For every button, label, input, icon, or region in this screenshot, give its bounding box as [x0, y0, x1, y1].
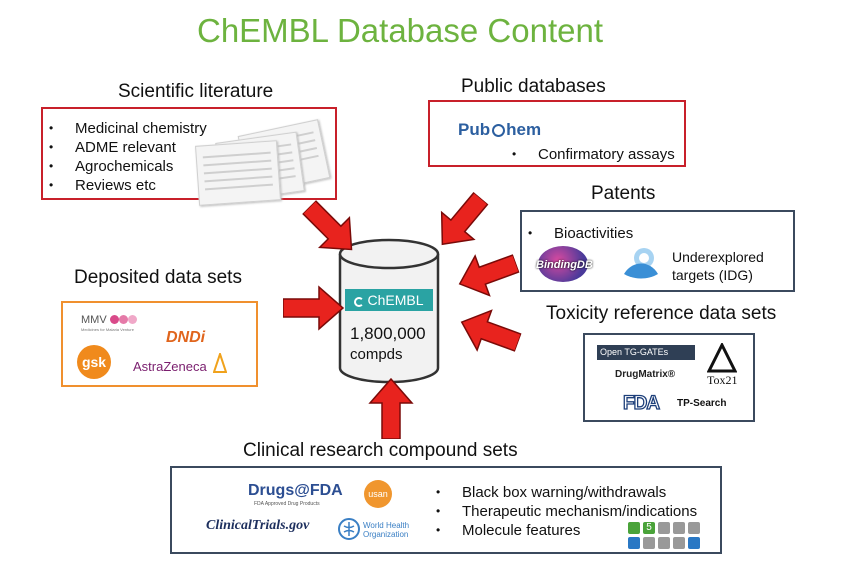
literature-box: Medicinal chemistry ADME relevant Agroch…: [41, 107, 337, 206]
deposited-box: MMV Medicines for Malaria Venture DNDi g…: [61, 301, 258, 387]
astrazeneca-mark-icon: [212, 350, 228, 373]
mmv-dot-icon: [118, 315, 128, 324]
list-item: Medicinal chemistry: [43, 119, 207, 138]
molecule-feature-icons: 5: [628, 520, 716, 552]
patents-heading: Patents: [591, 183, 656, 204]
toxicity-heading: Toxicity reference data sets: [546, 303, 777, 324]
chembl-c-icon: [354, 297, 365, 307]
who-logo: World Health Organization: [363, 521, 409, 539]
page-title: ChEMBL Database Content: [196, 12, 603, 49]
mmv-subtitle: Medicines for Malaria Venture: [81, 327, 134, 332]
public-db-heading: Public databases: [461, 76, 606, 97]
tox21-logo: Tox21: [707, 373, 738, 387]
mmv-dot-icon: [127, 315, 137, 324]
feature-icon: [688, 537, 700, 549]
who-logo-line2: Organization: [363, 530, 409, 539]
mmv-logo: MMV: [81, 314, 137, 326]
list-item: Agrochemicals: [43, 157, 207, 176]
feature-icon: [673, 522, 685, 534]
public-db-box: Pubhem Confirmatory assays: [428, 100, 686, 167]
patents-box: Bioactivities BindingDB Underexplored ta…: [520, 210, 795, 292]
tp-search-logo: TP-Search: [677, 398, 727, 409]
feature-icon: [628, 537, 640, 549]
pubchem-ring-icon: [492, 124, 506, 137]
fda-logo: FDA: [622, 392, 660, 414]
deposited-heading: Deposited data sets: [74, 267, 242, 288]
mmv-dot-icon: [109, 315, 119, 324]
dndi-logo: DNDi: [166, 329, 206, 346]
who-logo-line1: World Health: [363, 521, 410, 530]
list-item: Black box warning/withdrawals: [430, 483, 697, 502]
chembl-database-cylinder: ChEMBL 1,800,000 compds: [338, 238, 440, 384]
literature-heading: Scientific literature: [118, 81, 274, 102]
idg-label-line2: targets (IDG): [672, 267, 753, 283]
list-item: Therapeutic mechanism/indications: [430, 502, 697, 521]
feature-icon: [643, 537, 655, 549]
arrow-from-toxicity-icon: [452, 300, 526, 364]
feature-icon: [628, 522, 640, 534]
clinical-box: Drugs@FDA FDA Approved Drug Products usa…: [170, 466, 722, 554]
idg-label-line1: Underexplored: [672, 249, 764, 265]
feature-icon-number: 5: [643, 522, 655, 534]
tox21-triangle-icon: [706, 341, 738, 373]
feature-icon: [688, 522, 700, 534]
arrow-from-clinical-icon: [368, 377, 414, 439]
idg-label: Underexplored targets (IDG): [672, 248, 764, 284]
list-item: Reviews etc: [43, 176, 207, 195]
public-db-list: Confirmatory assays: [506, 145, 675, 164]
arrow-from-deposited-icon: [283, 285, 345, 331]
pubchem-logo: Pub hem: [458, 120, 541, 140]
patents-list: Bioactivities: [522, 224, 633, 243]
mmv-logo-text: MMV: [81, 314, 107, 326]
clinical-heading: Clinical research compound sets: [243, 440, 518, 461]
pubchem-logo-post: hem: [506, 120, 542, 139]
compound-count: 1,800,000: [350, 324, 426, 343]
literature-list: Medicinal chemistry ADME relevant Agroch…: [43, 119, 207, 195]
drugmatrix-logo: DrugMatrix®: [615, 369, 676, 380]
toxicity-box: Open TG-GATEs DrugMatrix® Tox21 FDA TP-S…: [583, 333, 755, 422]
tg-gates-logo: Open TG-GATEs: [597, 345, 695, 360]
feature-icon: [658, 537, 670, 549]
chembl-logo: ChEMBL: [345, 289, 433, 311]
drugs-at-fda-subtitle: FDA Approved Drug Products: [254, 501, 320, 507]
usan-logo: usan: [364, 480, 392, 508]
list-item: Bioactivities: [522, 224, 633, 243]
feature-icon: [673, 537, 685, 549]
drugs-at-fda-logo: Drugs@FDA: [248, 482, 343, 499]
idg-logo-icon: [620, 246, 662, 282]
compound-unit: compds: [350, 346, 403, 363]
pubchem-logo-pre: Pub: [458, 120, 491, 139]
chembl-logo-text: ChEMBL: [367, 292, 424, 308]
bindingdb-logo: BindingDB: [536, 259, 593, 271]
clinicaltrials-logo: ClinicalTrials.gov: [206, 518, 310, 533]
list-item: ADME relevant: [43, 138, 207, 157]
gsk-logo: gsk: [77, 345, 111, 379]
astrazeneca-logo: AstraZeneca: [133, 359, 207, 374]
feature-icon: [658, 522, 670, 534]
list-item: Confirmatory assays: [506, 145, 675, 164]
who-emblem-icon: [338, 518, 360, 540]
